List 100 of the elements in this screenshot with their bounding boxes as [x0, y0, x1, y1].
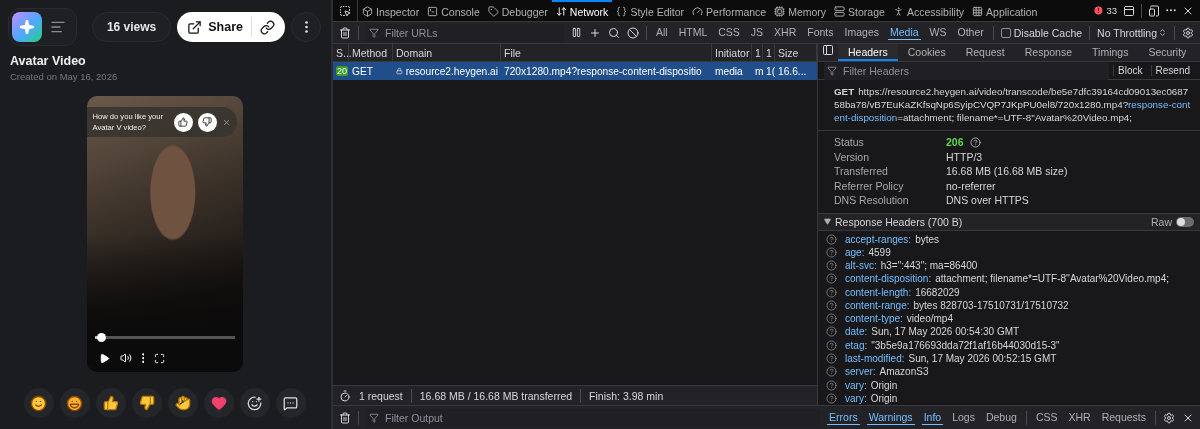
devtools-tab[interactable]: Memory	[770, 0, 831, 21]
help-icon[interactable]	[826, 326, 837, 338]
column-header[interactable]: Method	[349, 44, 393, 61]
log-level-button[interactable]: Debug	[983, 410, 1019, 425]
more-icon	[141, 353, 144, 363]
throttling-select[interactable]: No Throttling	[1097, 26, 1167, 39]
details-tab[interactable]: Request	[955, 44, 1015, 61]
help-icon[interactable]	[826, 366, 837, 378]
help-icon[interactable]	[969, 137, 981, 149]
type-filter-button[interactable]: JS	[748, 25, 766, 40]
table-cell: media	[715, 65, 743, 77]
reaction-button[interactable]	[239, 388, 270, 418]
devtools-tab[interactable]: Style Editor	[612, 0, 689, 21]
help-icon[interactable]	[826, 286, 837, 298]
help-icon[interactable]	[826, 246, 837, 258]
checkbox[interactable]	[1000, 27, 1011, 38]
details-tab[interactable]: Security	[1138, 44, 1197, 61]
type-filter-button[interactable]: Fonts	[805, 25, 836, 40]
fullscreen-button[interactable]	[154, 352, 165, 364]
help-icon[interactable]	[826, 379, 837, 391]
progress-track[interactable]	[94, 333, 235, 342]
settings-button[interactable]	[1163, 411, 1175, 424]
reaction-button[interactable]	[59, 388, 90, 418]
pause-button[interactable]	[571, 27, 582, 38]
dislike-button[interactable]	[197, 112, 217, 132]
settings-button[interactable]	[1182, 26, 1194, 39]
help-icon[interactable]	[826, 260, 837, 272]
details-tab[interactable]: Headers	[838, 44, 898, 61]
help-icon[interactable]	[826, 339, 837, 351]
dock-button[interactable]	[1123, 4, 1135, 17]
laughing-face-icon	[66, 394, 83, 412]
type-filter-button[interactable]: Media	[888, 25, 921, 40]
clear-console-button[interactable]	[339, 411, 351, 424]
devtools-tab[interactable]: Storage	[830, 0, 889, 21]
type-filter-button[interactable]: Images	[842, 25, 881, 40]
disable-cache-checkbox[interactable]: Disable Cache	[1000, 26, 1083, 39]
play-button[interactable]	[98, 352, 110, 364]
devtools-tab[interactable]: Performance	[688, 0, 771, 21]
type-filter-button[interactable]: CSS	[716, 25, 742, 40]
type-filter-button[interactable]: HTML	[676, 25, 710, 40]
help-icon[interactable]	[826, 353, 837, 364]
type-filter-button[interactable]: Other	[955, 25, 986, 40]
search-button[interactable]	[608, 26, 620, 39]
reaction-button[interactable]	[203, 388, 234, 418]
log-level-button[interactable]: Logs	[950, 410, 977, 425]
thumbs-down-icon	[138, 395, 155, 411]
help-icon[interactable]	[826, 392, 837, 404]
devtools-tab[interactable]: Application	[968, 0, 1042, 21]
column-header[interactable]: 1	[752, 44, 763, 61]
details-tab[interactable]: Timings	[1082, 44, 1139, 61]
type-filter-button[interactable]: XHR	[772, 25, 799, 40]
request-row[interactable]: 20 GET resource2.heygen.ai 720x1280.mp4?response-content-dispositio media m 1( 16.6...	[333, 62, 817, 80]
column-header[interactable]: File	[501, 44, 712, 61]
response-headers-toggle[interactable]: Response Headers (700 B)	[835, 215, 963, 228]
copy-link-button[interactable]	[260, 19, 275, 35]
error-count[interactable]: 33	[1093, 5, 1117, 16]
more-options-button[interactable]	[291, 12, 321, 42]
log-level-button[interactable]: Info	[921, 410, 944, 425]
share-button[interactable]: Share	[187, 17, 252, 37]
add-button[interactable]	[589, 26, 601, 39]
raw-switch[interactable]	[1176, 216, 1194, 227]
logo-menu-group[interactable]	[8, 8, 77, 46]
type-filter-button[interactable]: All	[654, 25, 670, 40]
header-action-button[interactable]: Block	[1113, 65, 1147, 76]
details-tab[interactable]: Response	[1014, 44, 1083, 61]
help-icon[interactable]	[826, 273, 837, 285]
devtools-tab[interactable]: Debugger	[483, 0, 552, 21]
details-tab[interactable]: Cookies	[897, 44, 956, 61]
column-header[interactable]: S...	[333, 44, 349, 61]
column-header[interactable]: Domain	[393, 44, 501, 61]
more-button[interactable]	[141, 353, 144, 363]
reaction-button[interactable]	[275, 388, 306, 418]
reaction-button[interactable]	[167, 388, 198, 418]
log-level-button[interactable]: Warnings	[866, 410, 915, 425]
more-button[interactable]	[1166, 9, 1176, 12]
responsive-mode-button[interactable]	[1148, 4, 1160, 17]
devtools-tab[interactable]: Console	[423, 0, 484, 21]
log-type-button[interactable]: XHR	[1066, 410, 1093, 425]
devtools-tab[interactable]: Inspector	[358, 0, 424, 21]
menu-icon[interactable]	[50, 19, 66, 35]
devtools-tab[interactable]: Accessibility	[888, 0, 969, 21]
reaction-button[interactable]	[131, 388, 162, 418]
column-header[interactable]: Initiator	[712, 44, 752, 61]
progress-thumb[interactable]	[97, 333, 107, 342]
log-type-button[interactable]: CSS	[1033, 410, 1060, 425]
help-icon[interactable]	[826, 299, 837, 311]
reaction-button[interactable]	[23, 388, 54, 418]
help-icon[interactable]	[826, 233, 837, 245]
reaction-button[interactable]	[95, 388, 126, 418]
volume-button[interactable]	[119, 352, 132, 364]
clear-button[interactable]	[339, 26, 351, 39]
type-filter-button[interactable]: WS	[927, 25, 949, 40]
header-action-button[interactable]: Resend	[1150, 65, 1194, 76]
column-header[interactable]: 1	[763, 44, 775, 61]
like-button[interactable]	[173, 112, 193, 132]
block-button[interactable]	[627, 26, 639, 39]
column-header[interactable]: Size	[775, 44, 817, 61]
log-type-button[interactable]: Requests	[1099, 410, 1148, 425]
log-level-button[interactable]: Errors	[827, 410, 860, 425]
help-icon[interactable]	[826, 313, 837, 325]
